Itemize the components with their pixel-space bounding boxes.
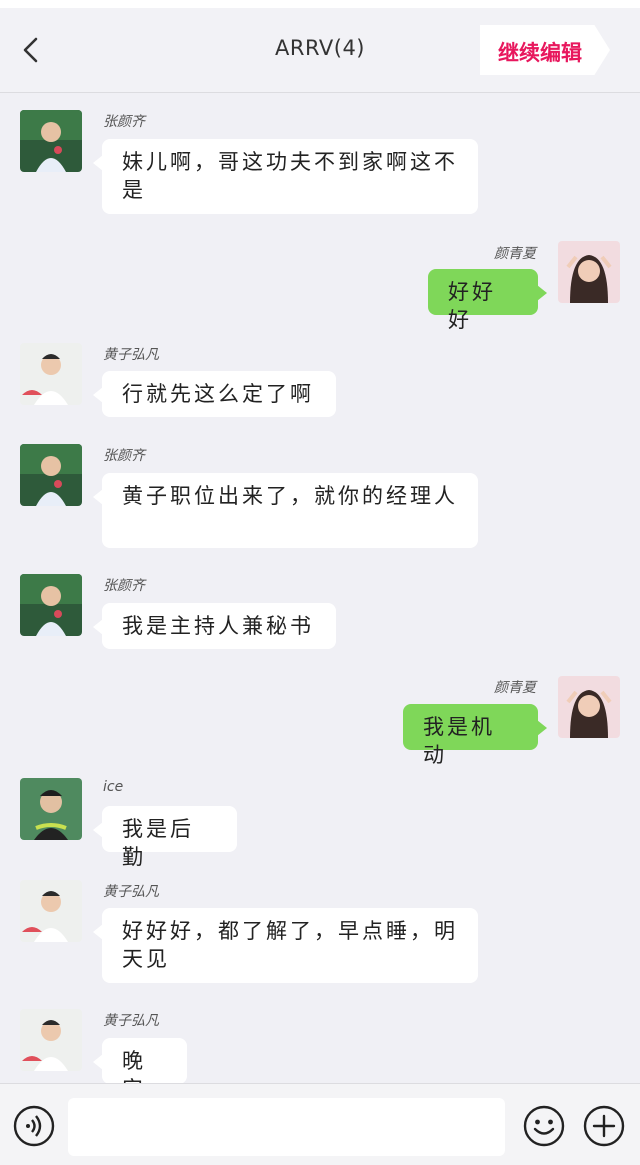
avatar-huang[interactable]: [20, 343, 82, 405]
continue-editing-label: 继续编辑: [498, 41, 582, 65]
message-bubble[interactable]: 我是主持人兼秘书: [93, 603, 336, 649]
message-bubble[interactable]: 好好好: [428, 269, 547, 332]
sender-name: 黄子弘凡: [103, 884, 159, 900]
input-bar: [0, 1083, 640, 1165]
plus-icon: [583, 1105, 625, 1147]
message-bubble[interactable]: 我是机动: [403, 704, 547, 767]
sender-name: ice: [103, 779, 124, 795]
message-bubble[interactable]: 好好好，都了解了，早点睡，明天见: [93, 908, 478, 983]
emoji-icon: [523, 1105, 565, 1147]
message-bubble[interactable]: 行就先这么定了啊: [93, 371, 336, 417]
status-bar: [0, 0, 640, 8]
sender-name: 颜青夏: [494, 680, 536, 696]
avatar-yan[interactable]: [558, 676, 620, 738]
voice-button[interactable]: [13, 1105, 55, 1151]
sender-name: 张颜齐: [103, 114, 145, 130]
avatar-ice[interactable]: [20, 778, 82, 840]
avatar-yan[interactable]: [558, 241, 620, 303]
avatar-zhang[interactable]: [20, 110, 82, 172]
more-button[interactable]: [583, 1105, 625, 1151]
avatar-huang[interactable]: [20, 1009, 82, 1071]
message-list[interactable]: 张颜齐 妹儿啊，哥这功夫不到家啊这不是 颜青夏 好好好 黄子弘凡 行就先这么定了…: [0, 93, 640, 1083]
avatar-zhang[interactable]: [20, 574, 82, 636]
message-input[interactable]: [68, 1098, 505, 1156]
message-bubble[interactable]: 我是后勤: [93, 806, 237, 869]
avatar-huang[interactable]: [20, 880, 82, 942]
sender-name: 黄子弘凡: [103, 1013, 159, 1029]
emoji-button[interactable]: [523, 1105, 565, 1151]
continue-editing-button[interactable]: 继续编辑: [480, 25, 610, 75]
message-bubble[interactable]: 晚安: [93, 1038, 187, 1083]
message-bubble[interactable]: 妹儿啊，哥这功夫不到家啊这不是: [93, 139, 478, 214]
message-bubble[interactable]: 黄子职位出来了，就你的经理人: [93, 473, 478, 548]
sender-name: 黄子弘凡: [103, 347, 159, 363]
sender-name: 张颜齐: [103, 448, 145, 464]
sender-name: 张颜齐: [103, 578, 145, 594]
avatar-zhang[interactable]: [20, 444, 82, 506]
voice-icon: [13, 1105, 55, 1147]
navigation-bar: ARRV(4) 继续编辑: [0, 8, 640, 93]
sender-name: 颜青夏: [494, 246, 536, 262]
